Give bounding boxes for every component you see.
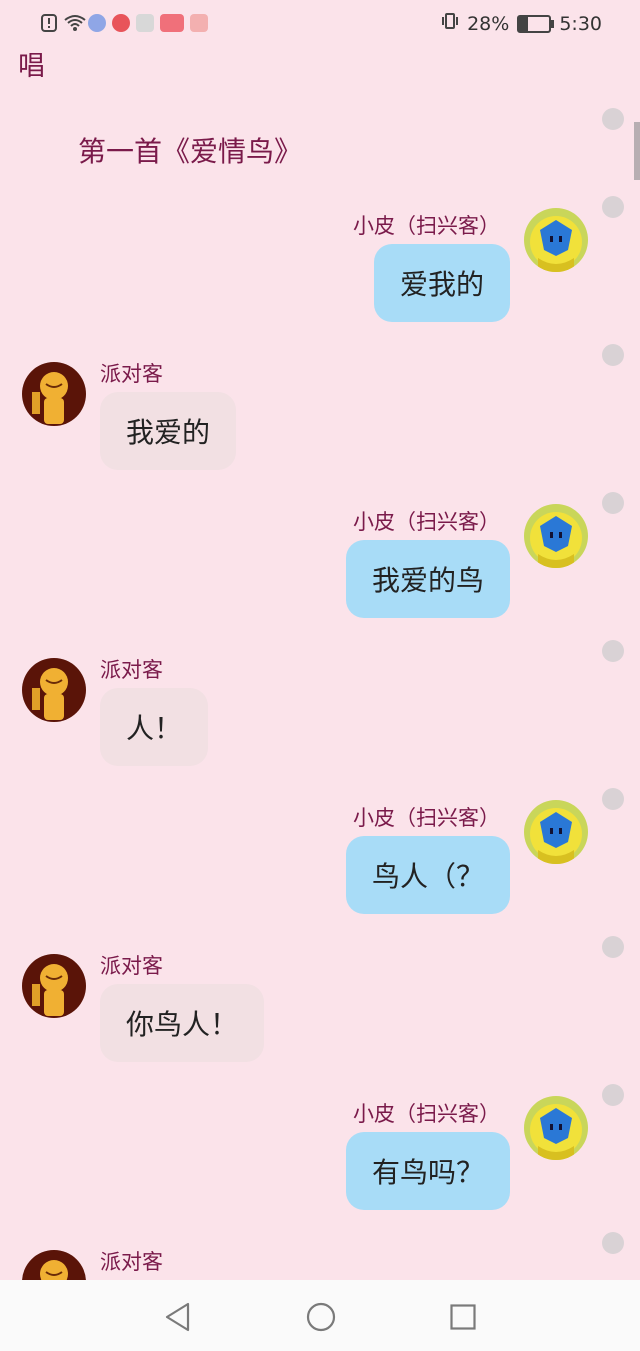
page-title: 唱 [18,51,45,82]
keyboard-icon [136,14,154,32]
home-icon[interactable] [306,1302,336,1336]
status-dot [602,344,624,366]
sender-name: 小皮（扫兴客） [353,806,500,830]
app-icon [112,14,130,32]
message-bubble[interactable]: 爱我的 [373,244,510,322]
message-bubble[interactable]: 我爱的鸟 [345,540,510,618]
status-dot [602,788,624,810]
sender-name: 派对客 [100,1250,163,1274]
music-icon [88,14,106,32]
avatar[interactable] [22,1250,86,1280]
sender-name: 小皮（扫兴客） [353,214,500,238]
avatar[interactable] [22,658,86,722]
battery-level [519,16,528,31]
status-dot [602,492,624,514]
avatar[interactable] [524,1096,588,1160]
chat-list[interactable]: 第一首《爱情鸟》 小皮（扫兴客） 爱我的 派对客 我爱的 小皮（扫兴客） 我爱的鸟 派对客人… [0,88,640,1280]
status-dot [602,936,624,958]
status-bar: 28% 5:30 [0,0,640,48]
sender-name: 派对客 [100,954,163,978]
notification-icons [40,14,208,32]
message-bubble[interactable]: 有鸟吗？ [345,1132,510,1210]
vibrate-icon [441,12,459,35]
status-dot [602,108,624,130]
battery-percent: 28% [467,12,510,35]
status-dot [602,1232,624,1254]
message-bubble[interactable]: 人！ [100,688,209,766]
status-dot [602,640,624,662]
sender-name: 派对客 [100,362,163,386]
app-icon [190,14,208,32]
status-dot [602,1084,624,1106]
sender-name: 小皮（扫兴客） [353,510,500,534]
song-title: 第一首《爱情鸟》 [78,135,303,168]
avatar[interactable] [524,208,588,272]
sender-name: 小皮（扫兴客） [353,1102,500,1126]
recent-apps-icon[interactable] [450,1304,476,1334]
avatar[interactable] [22,954,86,1018]
navigation-bar [0,1280,640,1351]
wifi-icon [64,14,86,32]
app-icon [160,14,184,32]
message-bubble[interactable]: 鸟人（？ [345,836,510,914]
alert-icon [40,14,58,32]
back-icon[interactable] [164,1302,192,1336]
battery-icon [517,14,555,33]
status-dot [602,196,624,218]
message-bubble[interactable]: 你鸟人！ [100,984,265,1062]
message-bubble[interactable]: 我爱的 [100,392,237,470]
sender-name: 派对客 [100,658,163,682]
avatar[interactable] [524,504,588,568]
avatar[interactable] [524,800,588,864]
clock: 5:30 [559,12,602,35]
avatar[interactable] [22,362,86,426]
scrollbar-thumb[interactable] [634,122,640,180]
